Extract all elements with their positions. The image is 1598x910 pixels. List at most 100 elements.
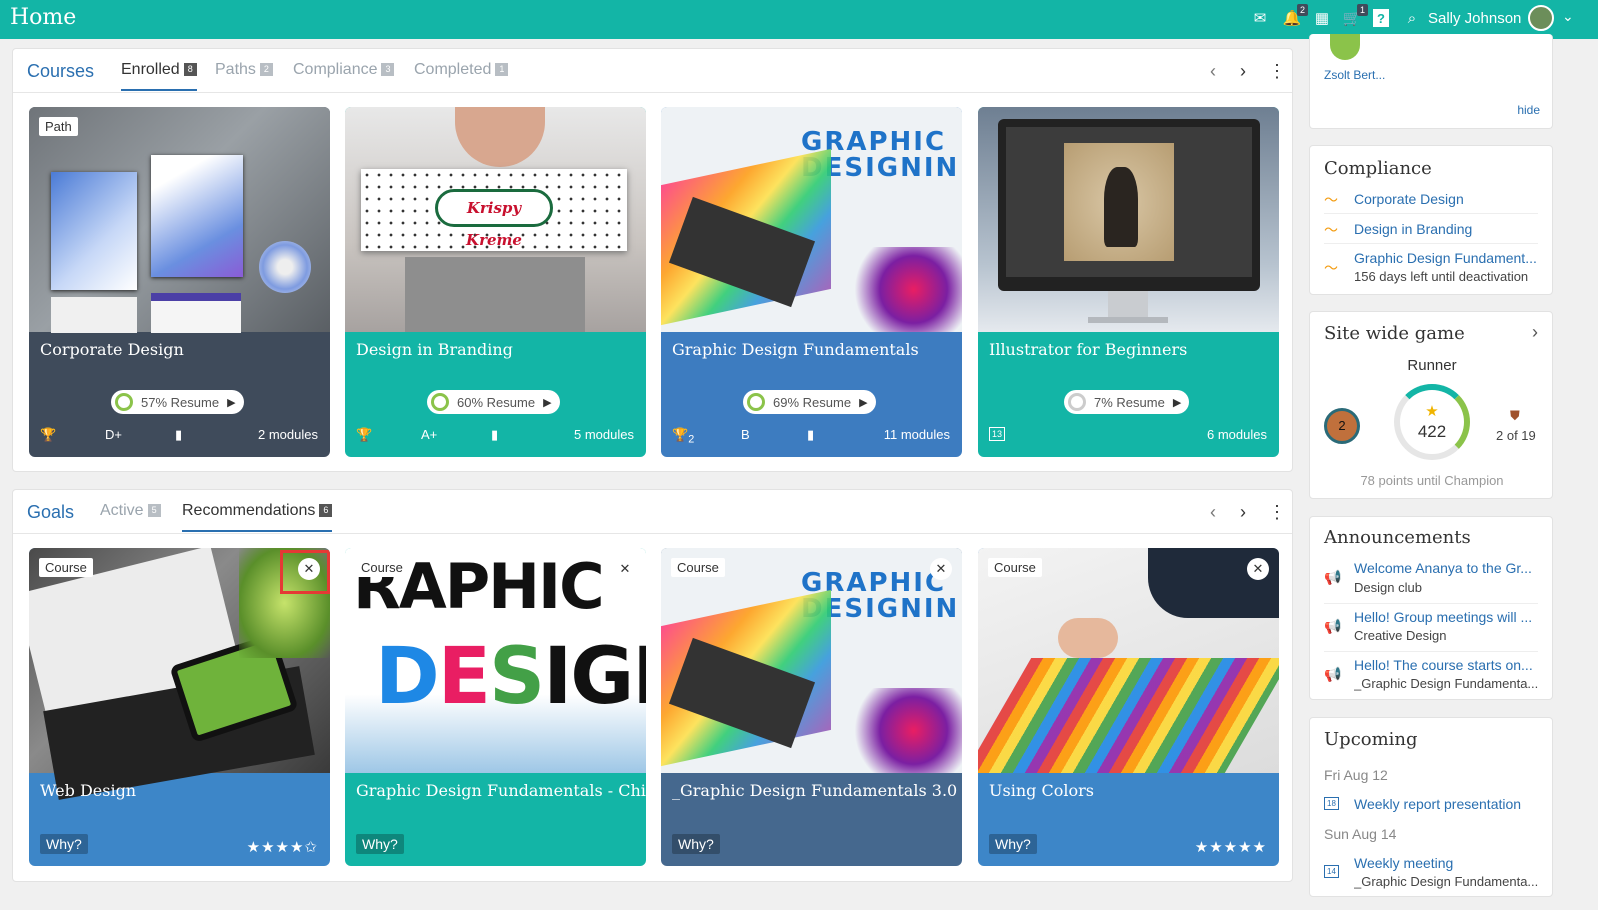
resume-button[interactable]: 57% Resume ▶: [111, 390, 244, 414]
resume-label: Resume: [1116, 394, 1165, 410]
calendar-icon[interactable]: ▦: [1312, 8, 1332, 28]
cart-icon[interactable]: 🛒 1: [1342, 4, 1368, 28]
resume-button[interactable]: 60% Resume ▶: [427, 390, 560, 414]
next-arrow-icon[interactable]: ›: [1240, 61, 1246, 82]
widget-title[interactable]: Site wide game: [1324, 323, 1465, 344]
why-button[interactable]: Why?: [356, 834, 404, 854]
divider: [1324, 603, 1538, 604]
document-icon: ▮: [807, 427, 815, 442]
tab-label: Recommendations: [182, 502, 316, 519]
event-group: _Graphic Design Fundamenta...: [1354, 874, 1539, 889]
event-title[interactable]: Weekly meeting: [1354, 855, 1544, 871]
course-title[interactable]: Web Design: [40, 781, 136, 800]
play-icon: ▶: [227, 396, 236, 409]
resume-button[interactable]: 7% Resume ▶: [1064, 390, 1190, 414]
dismiss-button[interactable]: ✕: [1247, 558, 1269, 580]
prev-arrow-icon[interactable]: ‹: [1210, 61, 1216, 82]
course-title[interactable]: Graphic Design Fundamentals - Child: [356, 781, 646, 800]
chevron-down-icon[interactable]: ⌄: [1562, 8, 1574, 25]
course-title[interactable]: Using Colors: [989, 781, 1094, 800]
course-image: [978, 548, 1279, 773]
course-card[interactable]: Path Corporate Design 57% Resume ▶ 🏆 D+ ▮…: [29, 107, 330, 457]
course-title[interactable]: Graphic Design Fundamentals: [672, 340, 919, 359]
tab-goals[interactable]: Goals: [27, 502, 74, 532]
user-avatar[interactable]: [1528, 5, 1554, 31]
points-to-next: 78 points until Champion: [1360, 473, 1504, 488]
recommendation-card[interactable]: RAPHIC DESIGN Course ✕ Graphic Design Fu…: [345, 548, 646, 866]
announcement-title[interactable]: Welcome Ananya to the Gr...: [1354, 560, 1544, 576]
goals-tabs: Goals Active 5 Recommendations 6 ‹ › ⋮: [13, 490, 1292, 534]
prev-arrow-icon[interactable]: ‹: [1210, 502, 1216, 523]
tab-recommendations[interactable]: Recommendations 6: [182, 502, 333, 532]
play-icon: ▶: [543, 396, 552, 409]
why-button[interactable]: Why?: [672, 834, 720, 854]
tab-count: 3: [381, 63, 395, 76]
tab-active[interactable]: Active 5: [100, 502, 161, 532]
event-title[interactable]: Weekly report presentation: [1354, 796, 1544, 812]
member-name[interactable]: Zsolt Bert...: [1324, 68, 1385, 82]
more-menu-icon[interactable]: ⋮: [1268, 502, 1286, 523]
course-card[interactable]: GRAPHIC DESIGNIN Graphic Design Fundament…: [661, 107, 962, 457]
course-title[interactable]: _Graphic Design Fundamentals 3.0: [672, 781, 957, 800]
course-card[interactable]: Krispy Kreme Design in Branding 60% Resu…: [345, 107, 646, 457]
modules-count: 2 modules: [258, 427, 318, 442]
play-icon: ▶: [859, 396, 868, 409]
trophy-icon: 🏆: [40, 427, 57, 442]
tab-courses[interactable]: Courses: [27, 61, 94, 91]
course-title[interactable]: Design in Branding: [356, 340, 513, 359]
mail-icon[interactable]: ✉: [1250, 8, 1270, 28]
megaphone-icon: 📢: [1324, 569, 1342, 585]
avatar[interactable]: [1330, 34, 1360, 60]
next-arrow-icon[interactable]: ›: [1240, 502, 1246, 523]
chevron-right-icon[interactable]: ›: [1532, 322, 1538, 343]
announcement-group: Creative Design: [1354, 628, 1447, 643]
why-button[interactable]: Why?: [40, 834, 88, 854]
game-level: Runner: [1407, 357, 1457, 374]
recommendation-card[interactable]: Course ✕ Using Colors Why? ★★★★★: [978, 548, 1279, 866]
notification-icon[interactable]: 🔔 2: [1282, 4, 1308, 28]
compliance-item[interactable]: Design in Branding: [1354, 221, 1544, 237]
tab-label: Goals: [27, 502, 75, 522]
progress-value: 60%: [457, 394, 484, 410]
tab-paths[interactable]: Paths 2: [215, 61, 273, 91]
more-menu-icon[interactable]: ⋮: [1268, 61, 1286, 82]
resume-label: Resume: [486, 394, 536, 410]
dismiss-button[interactable]: ✕: [930, 558, 952, 580]
why-button[interactable]: Why?: [989, 834, 1037, 854]
tab-label: Completed: [414, 61, 492, 78]
course-title[interactable]: Corporate Design: [40, 340, 184, 359]
progress-value: 69%: [773, 394, 800, 410]
compliance-subtext: 156 days left until deactivation: [1354, 269, 1529, 284]
search-icon[interactable]: ⌕: [1402, 8, 1422, 28]
tab-label: Compliance: [293, 61, 378, 78]
compliance-item[interactable]: Graphic Design Fundament...: [1354, 250, 1544, 266]
course-title[interactable]: Illustrator for Beginners: [989, 340, 1187, 359]
course-card[interactable]: Illustrator for Beginners 7% Resume ▶ 13 …: [978, 107, 1279, 457]
modules-count: 6 modules: [1207, 427, 1267, 442]
path-tag: Path: [39, 117, 78, 136]
hide-link[interactable]: hide: [1517, 103, 1540, 117]
announcement-title[interactable]: Hello! The course starts on...: [1354, 657, 1544, 673]
grade: A+: [421, 427, 438, 442]
tab-completed[interactable]: Completed 1: [414, 61, 509, 91]
course-image: GRAPHIC DESIGNIN: [661, 107, 962, 332]
dismiss-button[interactable]: ✕: [614, 558, 636, 580]
user-name[interactable]: Sally Johnson: [1428, 10, 1521, 27]
resume-button[interactable]: 69% Resume ▶: [743, 390, 876, 414]
announcement-group: _Graphic Design Fundamenta...: [1354, 676, 1539, 691]
tab-enrolled[interactable]: Enrolled 8: [121, 61, 197, 91]
recommendation-card[interactable]: GRAPHIC DESIGNIN Course ✕ _Graphic Design…: [661, 548, 962, 866]
game-widget: Site wide game › Runner 2 ★ 422 ⛊ 2 of 1…: [1309, 311, 1553, 499]
announcement-title[interactable]: Hello! Group meetings will ...: [1354, 609, 1544, 625]
compliance-item[interactable]: Corporate Design: [1354, 191, 1544, 207]
tab-compliance[interactable]: Compliance 3: [293, 61, 395, 91]
course-image: [29, 107, 330, 333]
resume-label: Resume: [802, 394, 852, 410]
tab-count: 6: [319, 504, 333, 517]
modules-count: 5 modules: [574, 427, 634, 442]
tab-label: Active: [100, 502, 144, 519]
compliance-widget: Compliance 〜 Corporate Design 〜 Design i…: [1309, 145, 1553, 295]
recommendation-card[interactable]: Course ✕ Web Design Why? ★★★★✩: [29, 548, 330, 866]
help-icon[interactable]: ?: [1373, 9, 1389, 27]
course-tag: Course: [671, 558, 725, 577]
